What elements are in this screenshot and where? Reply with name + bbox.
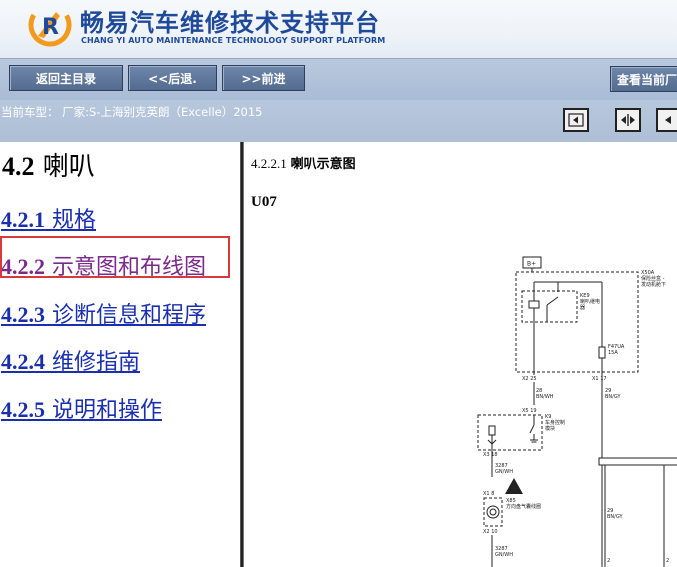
clockspring-desc: 方向盘气囊线圈 — [506, 503, 541, 510]
bcm-outline — [477, 414, 543, 451]
bcm-desc-1: 车身控制 — [545, 419, 565, 426]
pane-split-icon — [621, 114, 635, 126]
pin-2b: 2 — [666, 558, 669, 564]
platform-subtitle: CHANG YI AUTO MAINTENANCE TECHNOLOGY SUP… — [81, 36, 386, 45]
toc-link-number: 4.2.5 — [1, 397, 45, 422]
connector-bar — [598, 457, 677, 466]
content-pane: 4.2.2.1 喇叭示意图 U07 B+ X50A 保险丝盒 - 发动机舱下 K… — [244, 142, 677, 567]
toc-panel: 4.2 喇叭 4.2.1 规格 4.2.2 示意图和布线图 4.2.3 诊断信息… — [0, 142, 240, 567]
svg-text:R: R — [42, 15, 59, 40]
wire-29-color: BN/GY — [605, 394, 621, 400]
wire-29b-color: BN/GY — [607, 514, 623, 520]
platform-logo: R — [28, 3, 72, 47]
main-toolbar: 返回主目录 <<后退. >>前进 查看当前厂 — [0, 58, 677, 100]
home-menu-button[interactable]: 返回主目录 — [9, 65, 123, 91]
section-heading: 4.2 喇叭 — [2, 146, 95, 183]
warning-triangle-icon — [505, 478, 523, 494]
platform-title: 畅易汽车维修技术支持平台 — [80, 9, 380, 37]
battery-label: B+ — [527, 261, 536, 268]
wire-28-color: BN/WH — [536, 394, 554, 400]
selection-highlight-box — [0, 236, 230, 278]
section-number: 4.2 — [2, 152, 35, 181]
toc-link-specifications[interactable]: 4.2.1 规格 — [1, 202, 96, 234]
fusebox-desc-1: 保险丝盒 - — [641, 275, 665, 282]
toc-link-number: 4.2.4 — [1, 349, 45, 374]
pane-left-icon — [568, 113, 584, 127]
toc-link-label: 说明和操作 — [52, 398, 163, 423]
relay-desc-1: 喇叭继电 — [580, 298, 600, 305]
pin-x2-10: X2 10 — [483, 529, 498, 535]
section-title-text: 喇叭 — [42, 152, 95, 182]
fuse-rating: 15A — [608, 350, 618, 356]
view-current-button[interactable]: 查看当前厂 — [610, 66, 677, 92]
toc-link-label: 诊断信息和程序 — [52, 303, 207, 328]
toc-link-label: 规格 — [52, 208, 97, 233]
toc-link-number: 4.2.3 — [1, 302, 45, 327]
expand-right-pane-button[interactable] — [656, 108, 677, 132]
relay-desc-2: 器 — [580, 305, 585, 311]
pin-x1-8: X1 8 — [483, 491, 494, 497]
relay-coil — [528, 300, 540, 309]
back-button[interactable]: <<后退. — [128, 65, 217, 91]
collapse-left-pane-button[interactable] — [563, 108, 589, 132]
toc-link-label: 维修指南 — [52, 350, 141, 375]
forward-button[interactable]: >>前进 — [222, 65, 305, 91]
wire-3287-color: GN/WH — [495, 469, 513, 475]
toc-link-number: 4.2.1 — [1, 207, 45, 232]
app-header: R 畅易汽车维修技术支持平台 CHANG YI AUTO MAINTENANCE… — [0, 0, 677, 58]
pin-x1-17: X1 17 — [592, 376, 607, 382]
pane-right-icon — [665, 116, 671, 124]
toc-link-diagnostics[interactable]: 4.2.3 诊断信息和程序 — [1, 297, 206, 329]
bcm-desc-2: 模块 — [545, 425, 555, 432]
wire-3287b-color: GN/WH — [495, 552, 513, 558]
pin-x2-25: X2 25 — [522, 376, 537, 382]
toc-link-repair-guide[interactable]: 4.2.4 维修指南 — [1, 344, 140, 376]
clockspring-coil — [486, 505, 500, 519]
toc-link-description-operation[interactable]: 4.2.5 说明和操作 — [1, 392, 162, 424]
pin-x3-18: X3 18 — [483, 452, 498, 458]
horn-wiring-diagram: B+ X50A 保险丝盒 - 发动机舱下 KE9 喇叭继电 器 F47UA 15… — [477, 256, 677, 567]
pin-2a: 2 — [607, 558, 610, 564]
pin-x5-19: X5 19 — [522, 408, 537, 414]
split-pane-button[interactable] — [615, 108, 641, 132]
current-vehicle-label: 当前车型： 厂家:S-上海别克英朗（Excelle）2015 — [1, 105, 263, 119]
vehicle-bar: 当前车型： 厂家:S-上海别克英朗（Excelle）2015 — [0, 100, 677, 142]
fusebox-desc-2: 发动机舱下 — [641, 281, 666, 288]
fuse-symbol — [598, 346, 606, 359]
